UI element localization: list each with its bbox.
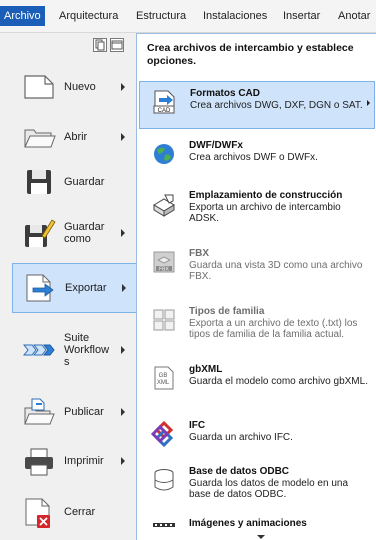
submenu-item-fbx[interactable]: FBX FBX Guarda una vista 3D como una arc…: [139, 242, 375, 290]
submenu-item-description: Crea archivos DWG, DXF, DGN o SAT.: [190, 100, 363, 111]
submenu-item-description: Guarda una vista 3D como una archivo FBX…: [189, 260, 363, 282]
database-icon: [151, 467, 177, 493]
open-folder-icon: [22, 120, 56, 154]
menu-item-label: Publicar: [64, 406, 104, 418]
tab-instalaciones[interactable]: Instalaciones: [203, 8, 267, 24]
menu-item-guardar-como[interactable]: Guardar como: [12, 208, 136, 258]
submenu-item-title: Emplazamiento de construcción: [189, 190, 343, 201]
application-menu: Nuevo Abrir Guardar Guardar como Exporta…: [0, 33, 138, 540]
images-animations-icon: [151, 520, 177, 538]
submenu-item-description: Guarda un archivo IFC.: [189, 432, 293, 443]
menu-item-nuevo[interactable]: Nuevo: [12, 62, 136, 112]
cad-formats-icon: CAD: [152, 89, 178, 115]
suite-workflows-icon: [22, 333, 56, 367]
save-disk-icon: [22, 165, 56, 199]
menu-item-exportar[interactable]: Exportar: [12, 263, 138, 313]
menu-item-label: Abrir: [64, 131, 88, 143]
family-types-icon: [151, 307, 177, 333]
submenu-item-ifc[interactable]: IFC Guarda un archivo IFC.: [139, 414, 375, 462]
menu-item-imprimir[interactable]: Imprimir: [12, 436, 136, 486]
menu-item-label: Guardar: [64, 176, 105, 188]
menu-item-label: Exportar: [65, 282, 107, 294]
submenu-item-title: IFC: [189, 420, 206, 431]
submenu-header: Crea archivos de intercambio y establece…: [147, 42, 354, 67]
save-as-icon: [22, 216, 56, 250]
menu-item-label: Nuevo: [64, 81, 96, 93]
svg-text:XML: XML: [157, 380, 170, 386]
recent-documents-toolbar: [93, 38, 124, 52]
submenu-arrow-icon: [122, 284, 126, 292]
building-site-icon: [151, 191, 177, 217]
submenu-item-description: Exporta un archivo de intercambio ADSK.: [189, 202, 341, 224]
ribbon-tab-bar: Archivo Arquitectura Estructura Instalac…: [0, 0, 376, 33]
menu-item-suite-workflows[interactable]: Suite Workflow s: [12, 325, 136, 375]
submenu-item-title: DWF/DWFx: [189, 140, 243, 151]
svg-text:FBX: FBX: [159, 267, 169, 273]
submenu-arrow-icon: [121, 457, 125, 465]
menu-item-publicar[interactable]: Publicar: [12, 387, 136, 437]
ifc-icon: [151, 421, 177, 447]
submenu-item-description: Guarda los datos de modelo en una base d…: [189, 478, 348, 500]
close-document-icon: [22, 495, 56, 529]
scroll-down-arrow-icon[interactable]: [257, 535, 265, 539]
submenu-item-tipos-familia[interactable]: Tipos de familia Exporta a un archivo de…: [139, 300, 375, 348]
submenu-arrow-icon: [121, 83, 125, 91]
submenu-item-description: Guarda el modelo como archivo gbXML.: [189, 376, 368, 387]
submenu-item-emplazamiento[interactable]: Emplazamiento de construcción Exporta un…: [139, 184, 375, 232]
submenu-item-dwf[interactable]: DWF/DWFx Crea archivos DWF o DWFx.: [139, 134, 375, 182]
submenu-arrow-icon: [121, 408, 125, 416]
fbx-icon: FBX: [151, 249, 177, 275]
open-documents-icon[interactable]: [110, 38, 124, 52]
menu-item-label: Cerrar: [64, 506, 96, 518]
menu-item-guardar[interactable]: Guardar: [12, 157, 136, 207]
tab-anotar[interactable]: Anotar: [338, 8, 370, 24]
submenu-item-description: Crea archivos DWF o DWFx.: [189, 152, 318, 163]
tab-estructura[interactable]: Estructura: [136, 8, 186, 24]
submenu-item-gbxml[interactable]: GB XML gbXML Guarda el modelo como archiv…: [139, 358, 375, 406]
recent-documents-icon[interactable]: [93, 38, 107, 52]
new-document-icon: [22, 70, 56, 104]
tab-archivo[interactable]: Archivo: [0, 6, 45, 26]
printer-icon: [22, 444, 56, 478]
export-icon: [23, 271, 57, 305]
submenu-item-title: Imágenes y animaciones: [189, 518, 307, 529]
menu-item-cerrar[interactable]: Cerrar: [12, 487, 136, 537]
svg-text:CAD: CAD: [158, 108, 171, 114]
submenu-arrow-icon: [121, 229, 125, 237]
submenu-arrow-icon: [121, 133, 125, 141]
submenu-arrow-icon: [121, 346, 125, 354]
gbxml-icon: GB XML: [151, 365, 177, 391]
menu-item-label: Guardar como: [64, 221, 105, 245]
submenu-item-title: Tipos de familia: [189, 306, 265, 317]
submenu-arrow-icon: [367, 100, 370, 106]
menu-item-label: Imprimir: [64, 455, 104, 467]
submenu-item-description: Exporta a un archivo de texto (.txt) los…: [189, 318, 358, 340]
svg-text:GB: GB: [159, 373, 168, 379]
submenu-item-formatos-cad[interactable]: CAD Formatos CAD Crea archivos DWG, DXF,…: [139, 81, 375, 129]
submenu-item-title: Base de datos ODBC: [189, 466, 290, 477]
tab-arquitectura[interactable]: Arquitectura: [59, 8, 118, 24]
tab-insertar[interactable]: Insertar: [283, 8, 320, 24]
submenu-item-title: FBX: [189, 248, 209, 259]
dwf-globe-icon: [151, 141, 177, 167]
menu-item-abrir[interactable]: Abrir: [12, 112, 136, 162]
submenu-item-odbc[interactable]: Base de datos ODBC Guarda los datos de m…: [139, 460, 375, 508]
submenu-item-title: gbXML: [189, 364, 223, 375]
submenu-item-title: Formatos CAD: [190, 88, 261, 99]
export-submenu: Crea archivos de intercambio y establece…: [136, 33, 376, 540]
publish-icon: [22, 395, 56, 429]
menu-item-label: Suite Workflow s: [64, 332, 110, 368]
